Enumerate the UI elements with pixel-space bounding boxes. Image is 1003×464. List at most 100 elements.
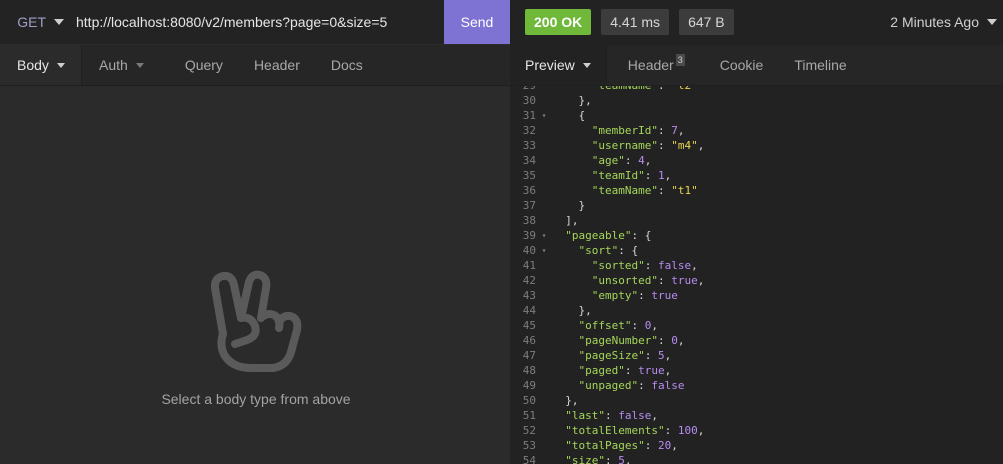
tab-header[interactable]: Header [240, 45, 317, 85]
line-number: 39 [522, 229, 536, 242]
fold-gutter [536, 93, 552, 108]
code-token: : [644, 259, 658, 272]
fold-arrow-icon[interactable]: ▾ [536, 108, 552, 123]
code-text: }, [552, 393, 578, 408]
fold-gutter [536, 363, 552, 378]
tab-body[interactable]: Body [0, 45, 82, 85]
response-pane: 200 OK 4.41 ms 647 B 2 Minutes Ago Previ… [510, 0, 1003, 464]
code-text: "teamId": 1, [552, 168, 671, 183]
fold-arrow-icon[interactable]: ▾ [536, 243, 552, 258]
code-token: , [651, 319, 658, 332]
method-dropdown[interactable]: GET [0, 0, 70, 44]
code-token: "age" [591, 154, 625, 167]
code-token: , [671, 439, 678, 452]
tab-auth[interactable]: Auth [82, 45, 161, 85]
code-token: "t1" [671, 184, 698, 197]
code-text: "teamName": "t2" [552, 86, 698, 93]
response-status-bar: 200 OK 4.41 ms 647 B 2 Minutes Ago [510, 0, 1003, 44]
code-text: "teamName": "t1" [552, 183, 698, 198]
code-text: "paged": true, [552, 363, 672, 378]
code-line: 42 "unsorted": true, [510, 273, 1003, 288]
code-line: 43 "empty": true [510, 288, 1003, 303]
code-text: } [552, 198, 585, 213]
send-button[interactable]: Send [444, 0, 510, 44]
code-text: "offset": 0, [552, 318, 658, 333]
tab-preview[interactable]: Preview [510, 45, 607, 85]
code-text: "pageNumber": 0, [552, 333, 685, 348]
code-token: , [677, 124, 685, 137]
code-token: "unpaged" [578, 379, 639, 392]
code-text: "pageable": { [552, 228, 651, 243]
code-token: "last" [565, 409, 605, 422]
code-token: : [644, 169, 658, 182]
history-label: 2 Minutes Ago [890, 14, 979, 30]
code-token: ], [552, 214, 579, 227]
code-token: , [697, 424, 705, 437]
fold-gutter [536, 198, 552, 213]
code-line: 35 "teamId": 1, [510, 168, 1003, 183]
code-line: 33 "username": "m4", [510, 138, 1003, 153]
code-token: 4 [638, 154, 645, 167]
fold-gutter [536, 393, 552, 408]
chevron-down-icon [135, 62, 144, 68]
code-token: 20 [657, 439, 672, 452]
code-token: : [624, 154, 639, 167]
fold-gutter [536, 153, 552, 168]
fold-gutter [536, 423, 552, 438]
url-input[interactable] [70, 0, 444, 44]
tab-auth-label: Auth [99, 57, 128, 73]
response-tabs: Preview Header 3 Cookie Timeline [510, 45, 1003, 86]
tab-response-header[interactable]: Header 3 [607, 45, 706, 85]
code-token: , [624, 454, 632, 464]
fold-gutter [536, 258, 552, 273]
chevron-down-icon [56, 62, 65, 68]
code-token: "size" [565, 454, 605, 464]
tab-docs-label: Docs [330, 57, 363, 73]
chevron-down-icon [54, 19, 64, 25]
tab-cookie[interactable]: Cookie [706, 45, 785, 85]
code-token: } [552, 199, 586, 212]
line-number: 40 [522, 244, 536, 257]
code-token: "pageSize" [578, 349, 645, 362]
code-token: , [664, 364, 672, 377]
code-line: 51 "last": false, [510, 408, 1003, 423]
code-text: }, [552, 303, 591, 318]
code-token: true [638, 364, 665, 377]
tab-timeline[interactable]: Timeline [784, 45, 867, 85]
tab-query-label: Query [184, 57, 223, 73]
code-token: : [644, 439, 658, 452]
code-line: 31 ▾ { [510, 108, 1003, 123]
code-token: "t2" [671, 86, 698, 92]
tab-header-label: Header [253, 57, 300, 73]
line-number: 45 [522, 319, 536, 332]
code-token: : [657, 274, 672, 287]
fold-arrow-icon[interactable]: ▾ [536, 228, 552, 243]
chevron-down-icon [987, 19, 997, 25]
line-number: 36 [522, 184, 536, 197]
fold-gutter [536, 86, 552, 93]
line-number: 54 [522, 454, 536, 464]
code-token: "paged" [578, 364, 625, 377]
code-text: "age": 4, [552, 153, 652, 168]
code-line: 40 ▾ "sort": { [510, 243, 1003, 258]
code-token: "unsorted" [591, 274, 658, 287]
tab-timeline-label: Timeline [794, 57, 847, 73]
code-line: 34 "age": 4, [510, 153, 1003, 168]
code-token: "totalElements" [565, 424, 665, 437]
tab-query[interactable]: Query [161, 45, 240, 85]
line-number: 42 [522, 274, 536, 287]
history-dropdown[interactable]: 2 Minutes Ago [890, 14, 997, 30]
empty-state-text: Select a body type from above [161, 391, 351, 407]
response-body-viewer[interactable]: 29 "teamName": "t2"30 },31▾ {32 "memberI… [510, 86, 1003, 464]
url-bar: GET Send [0, 0, 510, 44]
code-token: }, [552, 94, 592, 107]
code-token: 100 [677, 424, 698, 437]
line-number: 38 [522, 214, 536, 227]
tab-docs[interactable]: Docs [317, 45, 380, 85]
